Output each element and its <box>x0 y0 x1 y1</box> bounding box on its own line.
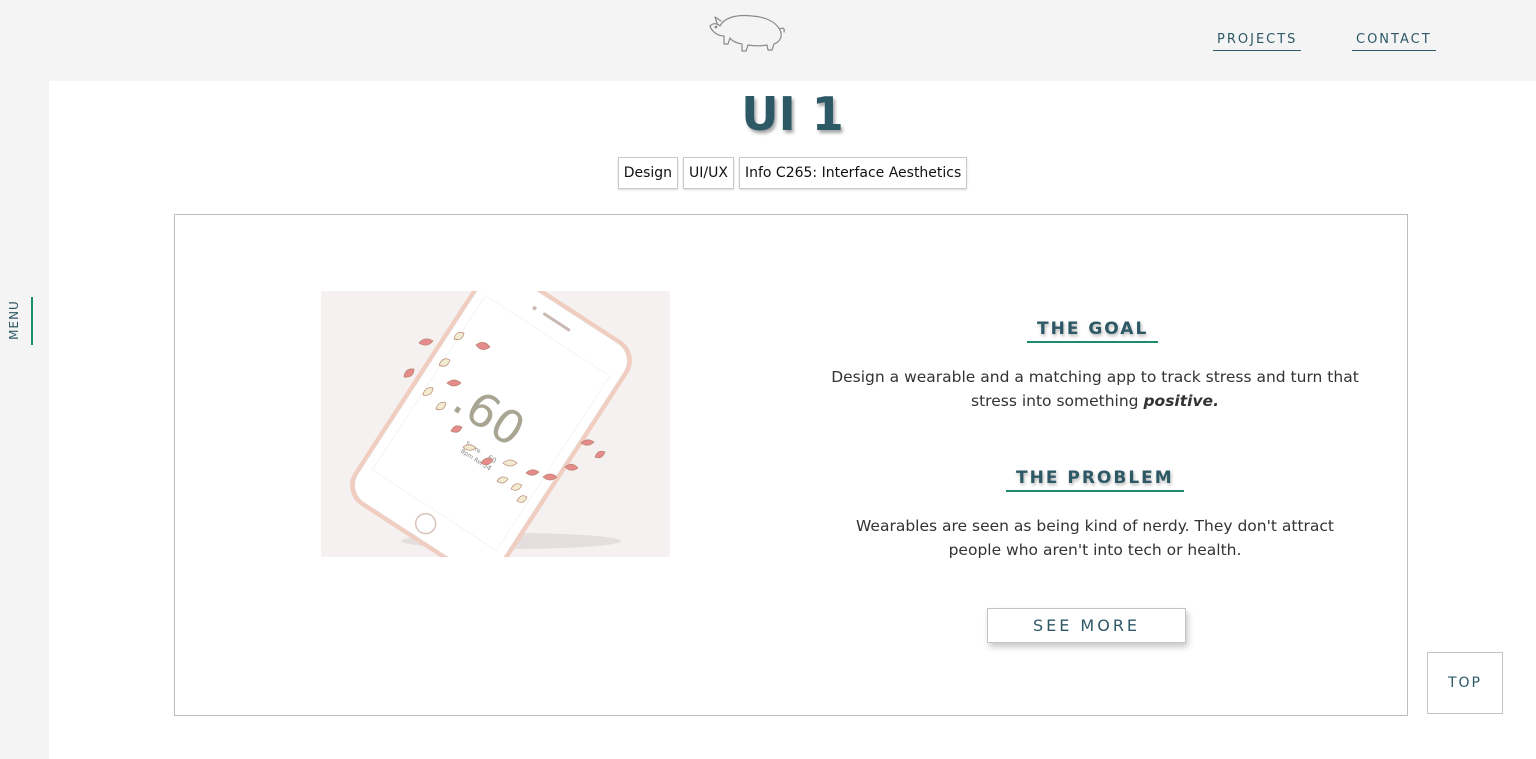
tag-ui-ux[interactable]: UI/UX <box>683 157 734 189</box>
problem-heading: THE PROBLEM <box>1006 468 1184 493</box>
nav-link-contact[interactable]: CONTACT <box>1352 32 1436 51</box>
page: PROJECTS CONTACT MENU UI 1 Design UI/UX … <box>0 0 1536 759</box>
tag-design[interactable]: Design <box>617 157 679 189</box>
pig-logo-icon[interactable] <box>706 10 786 54</box>
tag-list: Design UI/UX Info C265: Interface Aesthe… <box>49 157 1536 189</box>
nav-link-projects[interactable]: PROJECTS <box>1213 32 1302 51</box>
back-to-top-button[interactable]: TOP <box>1427 652 1503 714</box>
page-title: UI 1 <box>741 87 844 141</box>
side-menu-label: MENU <box>7 300 21 340</box>
goal-text-emphasis: positive. <box>1143 392 1219 410</box>
goal-text-body: Design a wearable and a matching app to … <box>831 368 1359 410</box>
problem-text: Wearables are seen as being kind of nerd… <box>856 517 1334 559</box>
side-menu-indicator <box>31 297 33 345</box>
phone-mockup-icon: .60 Score 60 Bpm Rel 54 <box>350 291 632 557</box>
project-card: .60 Score 60 Bpm Rel 54 <box>174 214 1408 716</box>
see-more-button[interactable]: SEE MORE <box>987 608 1186 643</box>
main-content: UI 1 Design UI/UX Info C265: Interface A… <box>49 81 1536 759</box>
phone-mockup-image: .60 Score 60 Bpm Rel 54 <box>321 291 670 557</box>
goal-text: Design a wearable and a matching app to … <box>815 365 1375 413</box>
tag-course[interactable]: Info C265: Interface Aesthetics <box>738 157 968 189</box>
goal-heading: THE GOAL <box>1027 319 1159 344</box>
